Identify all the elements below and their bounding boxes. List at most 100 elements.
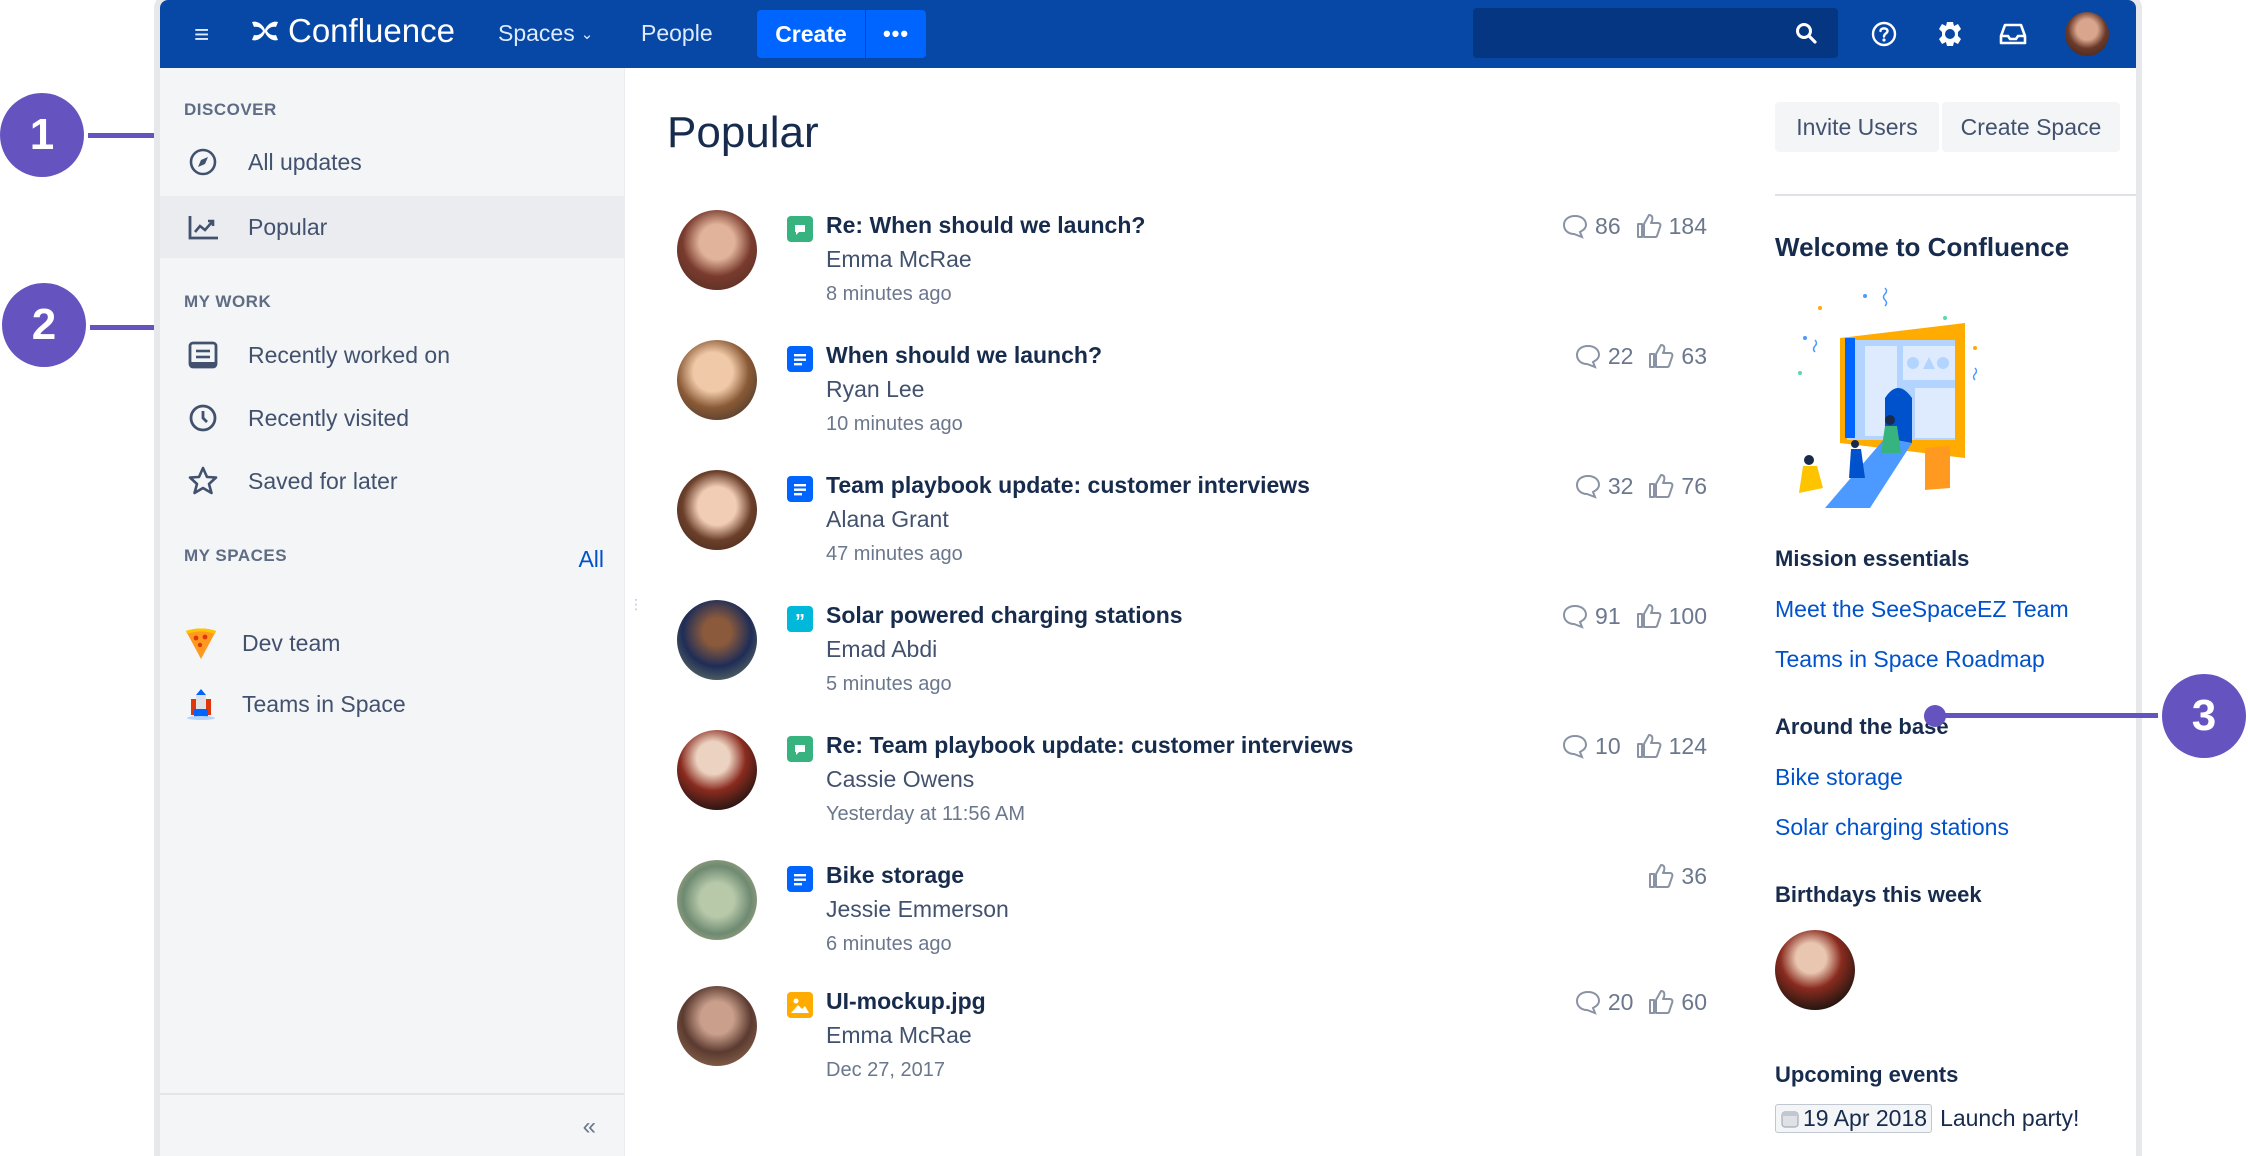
link-solar-charging[interactable]: Solar charging stations [1775,814,2009,841]
sidebar-item-recently-visited[interactable]: Recently visited [160,387,624,449]
page-type-icon [787,346,813,372]
comment-type-icon [787,736,813,762]
spaces-menu[interactable]: Spaces ⌄ [498,20,593,47]
page-type-icon [787,866,813,892]
author-avatar[interactable] [677,986,757,1066]
my-spaces-section-title: MY SPACES [184,546,288,565]
create-more-button[interactable]: ••• [866,10,926,58]
comment-count-value: 22 [1607,342,1634,369]
search-input[interactable] [1473,8,1838,58]
feed-item-stats: 10 124 [1547,732,1707,760]
feed-item-author[interactable]: Emma McRae [826,246,972,273]
feed-item-author[interactable]: Emad Abdi [826,636,937,663]
comment-icon [1563,734,1588,759]
create-space-button[interactable]: Create Space [1942,102,2120,152]
feed-item-author[interactable]: Emma McRae [826,1022,972,1049]
like-icon [1649,864,1674,888]
feed-item-author[interactable]: Alana Grant [826,506,949,533]
link-meet-team[interactable]: Meet the SeeSpaceEZ Team [1775,596,2069,623]
feed-item-title[interactable]: Re: Team playbook update: customer inter… [826,732,1353,759]
svg-text:”: ” [795,611,805,632]
like-icon [1649,990,1674,1014]
link-roadmap[interactable]: Teams in Space Roadmap [1775,646,2045,673]
help-icon[interactable] [1868,18,1900,50]
around-the-base-heading: Around the base [1775,714,1949,739]
feed-item-timestamp: Yesterday at 11:56 AM [826,803,1026,825]
feed-item[interactable]: Re: When should we launch? Emma McRae 8 mi… [677,210,1707,330]
collapse-sidebar-button[interactable]: « [583,1113,596,1141]
author-avatar[interactable] [677,340,757,420]
birthdays-heading: Birthdays this week [1775,882,1982,907]
like-count-value: 36 [1681,862,1707,889]
feed-item-title[interactable]: Re: When should we launch? [826,212,1145,239]
comment-type-icon [787,216,813,242]
gear-icon[interactable] [1934,18,1966,50]
annotation-2-label: 2 [31,300,57,349]
feed-item-author[interactable]: Cassie Owens [826,766,974,793]
feed-item-author[interactable]: Ryan Lee [826,376,924,403]
sidebar-item-popular[interactable]: Popular [160,196,624,258]
search-icon[interactable] [1794,21,1818,45]
annotation-2-line [90,325,166,330]
author-avatar[interactable] [677,470,757,550]
feed-item[interactable]: Re: Team playbook update: customer inter… [677,730,1707,850]
space-item-teams-in-space[interactable]: Teams in Space [160,676,624,732]
feed-item-title[interactable]: Solar powered charging stations [826,602,1183,629]
like-count: 100 [1635,602,1707,630]
comment-count-value: 91 [1595,602,1621,629]
all-spaces-link[interactable]: All [578,546,604,573]
event-item[interactable]: 19 Apr 2018 Launch party! [1775,1104,2079,1133]
annotation-1-label: 1 [29,110,55,159]
feed-item-stats: 32 76 [1560,472,1707,500]
feed-item[interactable]: Bike storage Jessie Emmerson 6 minutes ago… [677,860,1707,980]
comment-count-value: 32 [1607,472,1634,499]
birthday-avatar[interactable] [1775,930,1855,1010]
user-avatar[interactable] [2065,12,2109,56]
confluence-window: ≡ Confluence Spaces ⌄ People Create ••• [160,0,2136,1156]
author-avatar[interactable] [677,210,757,290]
main-content: Popular Re: When should we launch? Emma M… [625,68,2136,1156]
confluence-logo[interactable]: Confluence [250,12,455,50]
create-button[interactable]: Create [757,10,865,58]
space-item-label: Teams in Space [242,690,406,717]
calendar-icon [1781,1110,1799,1128]
like-count: 124 [1635,732,1707,760]
sidebar-item-label: Popular [248,213,328,240]
sidebar-footer: « [160,1093,624,1156]
like-count: 184 [1635,212,1707,240]
invite-users-button[interactable]: Invite Users [1775,102,1939,152]
quote-type-icon: ” [787,606,813,632]
feed-item[interactable]: ” Solar powered charging stations Emad Abd… [677,600,1707,720]
sidebar-item-recently-worked-on[interactable]: Recently worked on [160,324,624,386]
clock-icon [186,401,220,435]
sidebar-item-all-updates[interactable]: All updates [160,131,624,193]
notifications-inbox-icon[interactable] [1997,18,2029,50]
author-avatar[interactable] [677,730,757,810]
feed-item-title[interactable]: Team playbook update: customer interview… [826,472,1310,499]
welcome-illustration [1798,287,1978,508]
link-bike-storage[interactable]: Bike storage [1775,764,1903,791]
space-item-dev-team[interactable]: Dev team [160,615,624,671]
feed-item-title[interactable]: Bike storage [826,862,964,889]
feed-item[interactable]: UI-mockup.jpg Emma McRae Dec 27, 2017 20 60 [677,986,1707,1106]
annotation-1-line [88,133,164,138]
author-avatar[interactable] [677,860,757,940]
space-item-label: Dev team [242,629,341,656]
sidebar-item-saved-for-later[interactable]: Saved for later [160,450,624,512]
event-date: 19 Apr 2018 [1803,1105,1928,1131]
feed-item-timestamp: 6 minutes ago [826,933,952,955]
like-count: 36 [1647,862,1707,890]
feed-item-title[interactable]: UI-mockup.jpg [826,988,986,1015]
spaces-label: Spaces [498,20,575,46]
comment-count: 22 [1574,342,1634,370]
logo-text: Confluence [288,12,455,49]
comment-count-value: 86 [1595,212,1621,239]
feed-item-title[interactable]: When should we launch? [826,342,1102,369]
people-link[interactable]: People [641,20,713,47]
author-avatar[interactable] [677,600,757,680]
comment-count-value: 20 [1607,988,1634,1015]
hamburger-icon[interactable]: ≡ [194,20,216,48]
feed-item[interactable]: When should we launch? Ryan Lee 10 minutes… [677,340,1707,460]
feed-item-author[interactable]: Jessie Emmerson [826,896,1009,923]
feed-item[interactable]: Team playbook update: customer interview… [677,470,1707,590]
